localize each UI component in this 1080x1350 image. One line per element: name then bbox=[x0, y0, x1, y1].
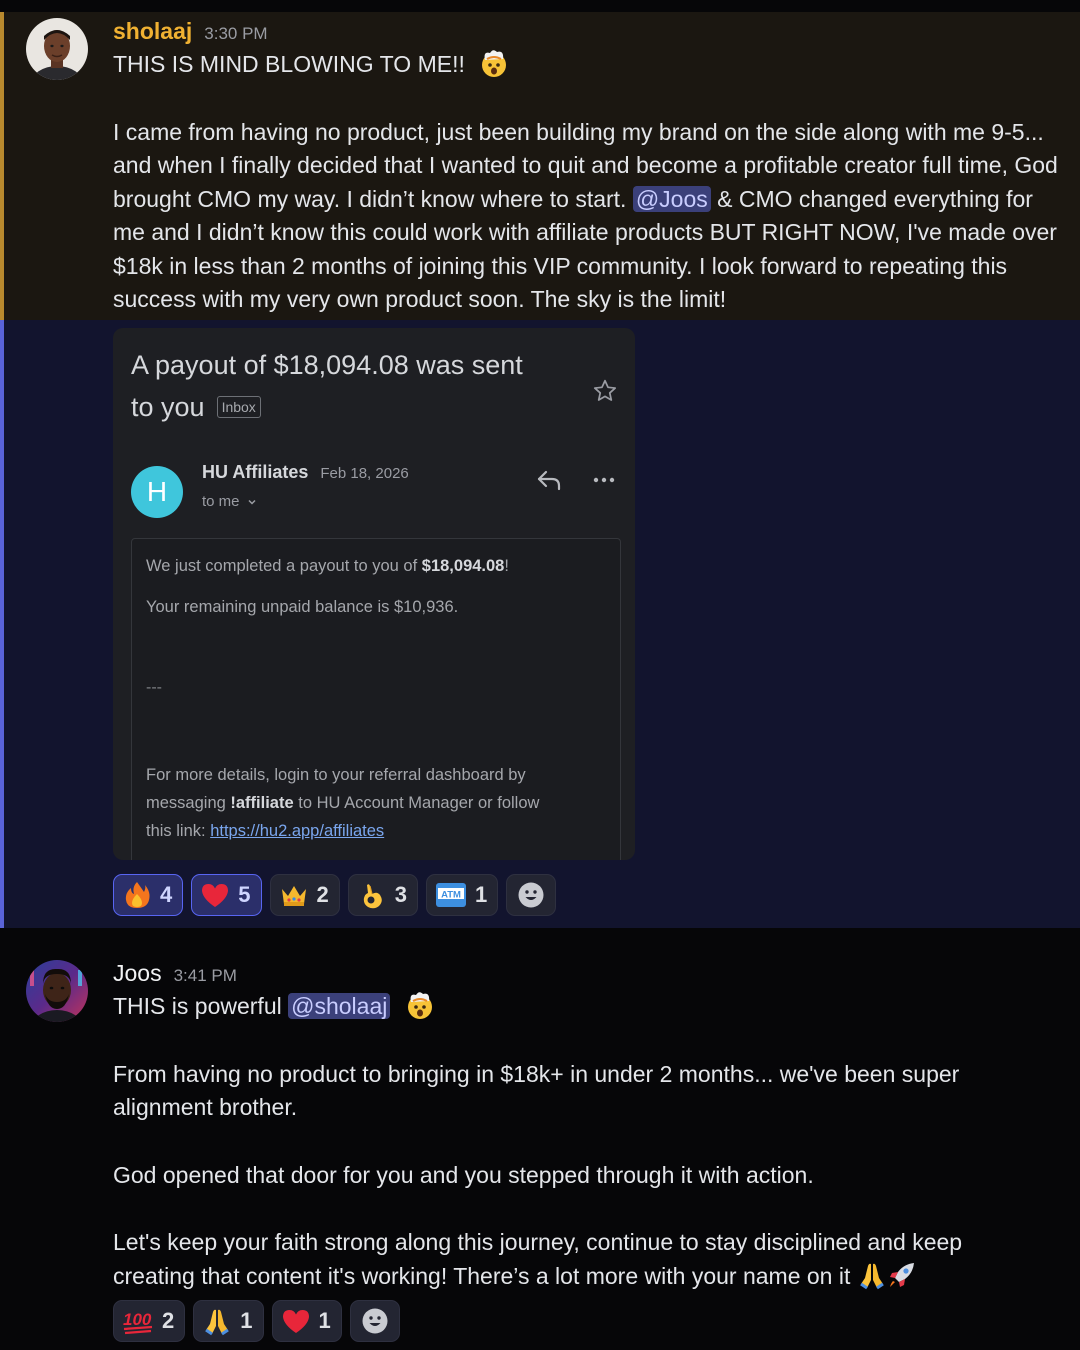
email-balance-line: Your remaining unpaid balance is $10,936… bbox=[146, 598, 459, 616]
timestamp: 3:41 PM bbox=[173, 966, 237, 985]
smiley-add-reaction-icon bbox=[518, 882, 544, 908]
reaction-heart[interactable]: 1 bbox=[271, 1300, 342, 1342]
avatar-sholaaj[interactable] bbox=[26, 18, 88, 80]
ok-hand-icon bbox=[363, 884, 382, 909]
reaction-count: 1 bbox=[318, 1308, 331, 1333]
message-line: THIS IS MIND BLOWING TO ME!! bbox=[113, 51, 465, 77]
reaction-crown[interactable]: 2 bbox=[269, 874, 340, 916]
reaction-atm[interactable]: ATM 1 bbox=[426, 874, 499, 916]
reaction-count: 2 bbox=[162, 1308, 175, 1333]
email-body: We just completed a payout to you of $18… bbox=[131, 538, 621, 860]
reactions-bar: 100 2 1 1 bbox=[113, 1300, 400, 1342]
message-content: THIS IS MIND BLOWING TO ME!! I came from… bbox=[113, 48, 1063, 317]
reaction-fire[interactable]: 4 bbox=[113, 874, 184, 916]
affiliate-command: !affiliate bbox=[230, 794, 294, 812]
reactions-bar: 4 5 2 3 ATM 1 bbox=[113, 874, 557, 916]
star-icon bbox=[593, 379, 617, 401]
message-joos: Joos 3:41 PM THIS is powerful @sholaaj F… bbox=[0, 928, 1080, 1350]
email-footer-line2-cont: to HU Account Manager or follow bbox=[293, 794, 540, 812]
svg-text:ATM: ATM bbox=[441, 890, 461, 901]
exploding-head-icon bbox=[482, 50, 507, 77]
message-line: THIS is powerful bbox=[113, 993, 289, 1019]
rocket-icon bbox=[889, 1262, 914, 1287]
more-options-icon bbox=[593, 477, 615, 483]
email-footer-line1: For more details, login to your referral… bbox=[146, 766, 526, 784]
pray-icon bbox=[859, 1263, 884, 1289]
reaction-count: 1 bbox=[240, 1308, 253, 1333]
email-subject-line2: to you bbox=[131, 392, 205, 422]
reaction-heart[interactable]: 5 bbox=[191, 874, 262, 916]
message-header: Joos 3:41 PM bbox=[113, 960, 237, 987]
reaction-pray[interactable]: 1 bbox=[193, 1300, 264, 1342]
reaction-ok-hand[interactable]: 3 bbox=[347, 874, 418, 916]
reply-icon bbox=[537, 470, 561, 491]
email-body-line: We just completed a payout to you of bbox=[146, 557, 422, 575]
email-footer-line3: this link: bbox=[146, 822, 211, 840]
message-sholaaj: sholaaj 3:30 PM THIS IS MIND BLOWING TO … bbox=[0, 12, 1080, 928]
reaction-count: 1 bbox=[475, 882, 488, 907]
sender-avatar: H bbox=[131, 466, 183, 518]
exploding-head-icon bbox=[407, 992, 432, 1019]
mention-sholaaj[interactable]: @sholaaj bbox=[288, 993, 391, 1019]
atm-icon: ATM bbox=[436, 883, 466, 907]
heart-icon bbox=[282, 1310, 309, 1333]
email-date: Feb 18, 2026 bbox=[320, 465, 409, 482]
mention-joos[interactable]: @Joos bbox=[632, 185, 711, 212]
message-header: sholaaj 3:30 PM bbox=[113, 18, 268, 45]
message-paragraph: Let's keep your faith strong along this … bbox=[113, 1229, 963, 1289]
timestamp: 3:30 PM bbox=[204, 24, 268, 43]
email-body-punct: ! bbox=[504, 557, 509, 575]
affiliates-link[interactable]: https://hu2.app/affiliates bbox=[210, 822, 384, 840]
pray-icon bbox=[205, 1309, 230, 1336]
email-subject-line1: A payout of $18,094.08 was sent bbox=[131, 350, 523, 380]
reaction-count: 5 bbox=[238, 882, 251, 907]
heart-icon bbox=[202, 884, 229, 907]
payout-amount: $18,094.08 bbox=[421, 557, 505, 575]
fire-icon bbox=[125, 882, 150, 908]
inbox-label: Inbox bbox=[216, 396, 261, 418]
reaction-count: 2 bbox=[316, 882, 329, 907]
email-separator: --- bbox=[146, 679, 162, 696]
reaction-count: 4 bbox=[160, 882, 173, 907]
chevron-down-icon bbox=[247, 499, 256, 505]
reaction-hundred[interactable]: 100 2 bbox=[113, 1300, 186, 1342]
username[interactable]: sholaaj bbox=[113, 18, 192, 45]
hundred-points-icon: 100 bbox=[123, 1310, 153, 1335]
username[interactable]: Joos bbox=[113, 960, 162, 987]
message-paragraph: From having no product to bringing in $1… bbox=[113, 1060, 960, 1121]
email-sender: HU Affiliates bbox=[202, 462, 309, 482]
avatar-joos[interactable] bbox=[26, 960, 88, 1022]
reaction-count: 3 bbox=[394, 882, 407, 907]
add-reaction-button[interactable] bbox=[349, 1300, 400, 1342]
svg-text:100: 100 bbox=[123, 1310, 152, 1329]
add-reaction-button[interactable] bbox=[506, 874, 557, 916]
message-content: THIS is powerful @sholaaj From having no… bbox=[113, 990, 1063, 1293]
crown-icon bbox=[281, 886, 306, 906]
email-footer-line2: messaging bbox=[146, 794, 231, 812]
message-paragraph: God opened that door for you and you ste… bbox=[113, 1161, 814, 1188]
smiley-add-reaction-icon bbox=[362, 1308, 388, 1334]
email-recipient: to me bbox=[202, 493, 240, 510]
email-screenshot-attachment[interactable]: A payout of $18,094.08 was sent to you I… bbox=[113, 328, 635, 860]
